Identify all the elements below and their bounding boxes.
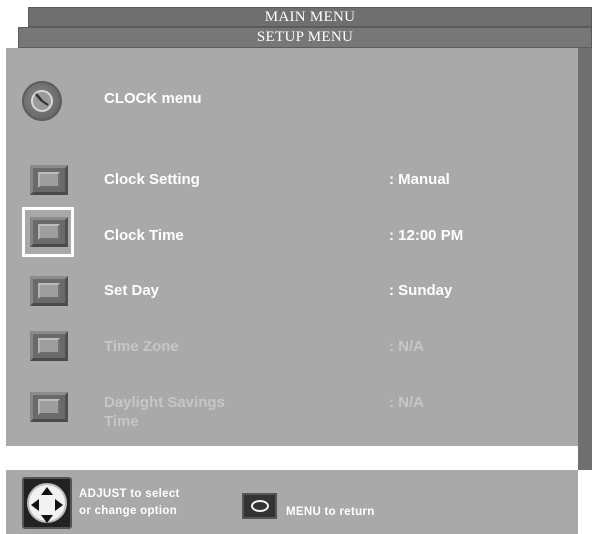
- adjust-hint-line1: ADJUST to select: [79, 488, 180, 500]
- daylight-savings-label-line1: Daylight Savings: [104, 394, 225, 411]
- setup-menu-title: SETUP MENU: [256, 29, 354, 45]
- clock-setting-value[interactable]: : Manual: [389, 171, 450, 188]
- main-menu-title: MAIN MENU: [264, 9, 356, 25]
- set-day-icon: [30, 276, 68, 306]
- menu-button-icon: [242, 493, 277, 519]
- adjust-hint-line2: or change option: [79, 505, 178, 517]
- time-zone-label: Time Zone: [104, 338, 179, 355]
- main-menu-tab[interactable]: MAIN MENU: [28, 7, 592, 27]
- panel-shadow: [578, 48, 592, 470]
- dpad-arrows-icon: [31, 487, 63, 523]
- dpad-icon: [22, 477, 72, 529]
- daylight-savings-label: Daylight Savings Time: [104, 393, 225, 431]
- setup-menu-tab[interactable]: SETUP MENU: [18, 27, 592, 48]
- clock-time-icon: [30, 217, 68, 247]
- clock-hands-icon: [35, 93, 49, 106]
- clock-setting-icon: [30, 165, 68, 195]
- help-footer: [6, 470, 578, 534]
- daylight-savings-icon: [30, 392, 68, 422]
- clock-time-value[interactable]: : 12:00 PM: [389, 227, 463, 244]
- time-zone-value: : N/A: [389, 338, 424, 355]
- daylight-savings-label-line2: Time: [104, 413, 139, 430]
- daylight-savings-value: : N/A: [389, 394, 424, 411]
- set-day-label[interactable]: Set Day: [104, 281, 159, 300]
- clock-setting-label[interactable]: Clock Setting: [104, 170, 200, 189]
- menu-return-hint: MENU to return: [286, 506, 375, 518]
- clock-menu-panel: [6, 48, 578, 446]
- clock-icon: [22, 81, 62, 121]
- set-day-value[interactable]: : Sunday: [389, 282, 452, 299]
- clock-time-label[interactable]: Clock Time: [104, 226, 184, 245]
- menu-title: CLOCK menu: [104, 90, 202, 107]
- time-zone-icon: [30, 331, 68, 361]
